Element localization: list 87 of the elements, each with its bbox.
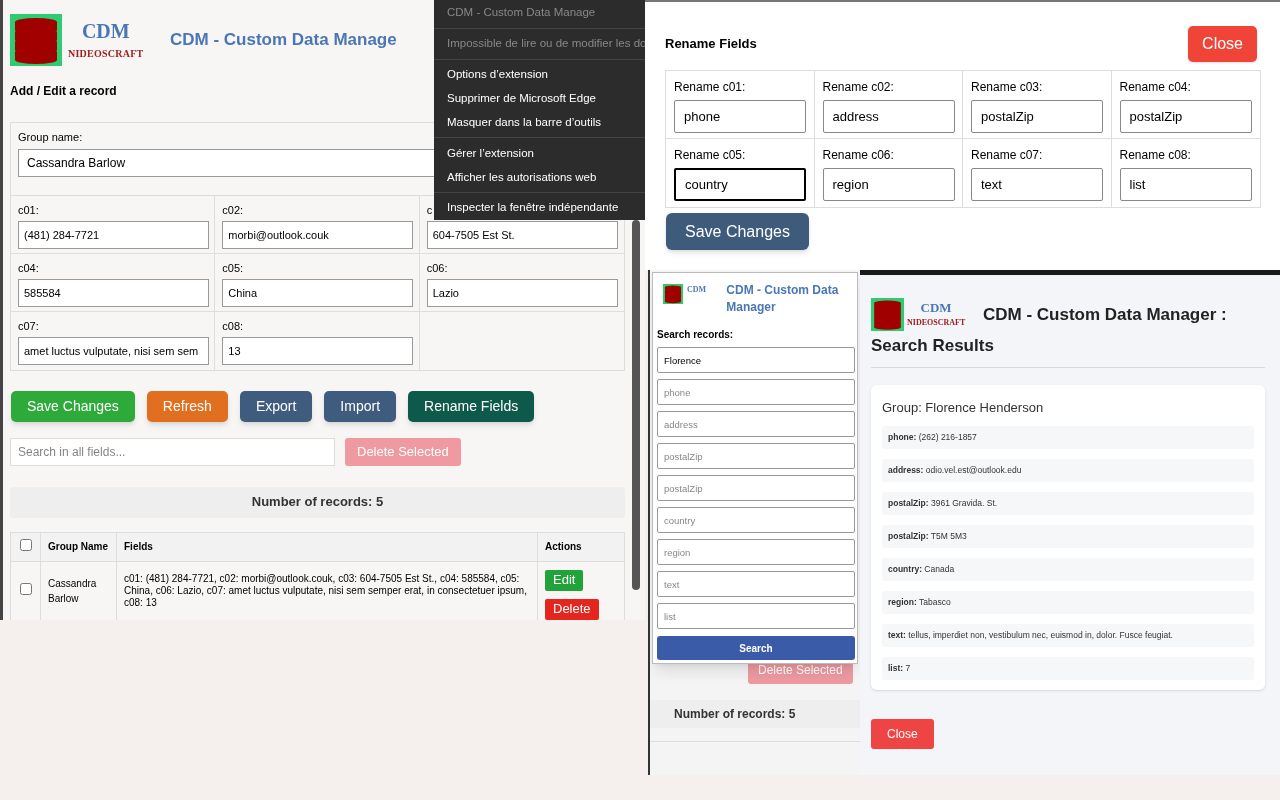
rename-field[interactable]: postalZip	[971, 100, 1103, 133]
value-field[interactable]: 604-7505 Est St.	[426, 221, 618, 249]
record-count: Number of records: 5	[674, 706, 796, 723]
menu-item[interactable]: Masquer dans la barre d’outils	[434, 110, 645, 135]
result-row: postalZip: 3961 Gravida. St.	[882, 492, 1254, 515]
save-changes-button[interactable]: Save Changes	[666, 213, 809, 250]
result-row: phone: (262) 216-1857	[882, 426, 1254, 449]
field-label: c	[426, 202, 433, 218]
page-heading: CDM - Custom Data Manager :	[983, 303, 1227, 326]
logo-text: CDM	[81, 19, 130, 42]
field-label: c04:	[18, 260, 39, 276]
search-field[interactable]: region	[657, 539, 855, 565]
result-row: country: Canada	[882, 558, 1254, 581]
value-field[interactable]: (481) 284-7721	[18, 221, 209, 249]
close-button[interactable]: Close	[1188, 26, 1257, 62]
field-label: Rename c07:	[971, 147, 1044, 164]
rename-field[interactable]: region	[822, 168, 955, 201]
logo-subtitle: NIDEOSCRAFT	[907, 316, 966, 329]
section-title: Add / Edit a record	[10, 83, 117, 100]
search-field[interactable]: address	[657, 411, 855, 437]
dialog-title: Rename Fields	[665, 35, 757, 54]
rename-field[interactable]: country	[674, 168, 806, 201]
logo-text: CDM	[687, 284, 707, 296]
search-button[interactable]: Search	[657, 636, 855, 660]
action-button[interactable]: Rename Fields	[408, 390, 535, 422]
search-field[interactable]: list	[657, 603, 855, 629]
value-field[interactable]: China	[222, 279, 414, 307]
rename-field[interactable]: list	[1119, 168, 1252, 201]
menu-item: CDM - Custom Data Manage	[446, 5, 597, 21]
search-field[interactable]: country	[657, 507, 855, 533]
search-field[interactable]: text	[657, 571, 855, 597]
rename-field[interactable]: phone	[674, 100, 806, 133]
logo-subtitle: NIDEOSCRAFT	[68, 46, 144, 61]
search-field[interactable]: Florence	[657, 347, 855, 373]
column-header: Actions	[537, 532, 625, 561]
search-field[interactable]: postalZip	[657, 443, 855, 469]
field-label: c01:	[18, 202, 39, 218]
menu-item[interactable]: Supprimer de Microsoft Edge	[434, 86, 645, 111]
field-label: c02:	[222, 202, 244, 218]
field-label: Rename c06:	[822, 147, 895, 164]
logo-text: CDM	[920, 300, 952, 315]
field-label: Rename c04:	[1119, 79, 1192, 96]
field-label: Rename c08:	[1119, 147, 1192, 164]
field-label: Rename c01:	[674, 79, 747, 96]
value-field[interactable]: 585584	[18, 279, 209, 307]
menu-item[interactable]: Inspecter la fenêtre indépendante	[434, 196, 645, 220]
close-button[interactable]: Close	[871, 719, 934, 749]
rename-field[interactable]: postalZip	[1119, 100, 1252, 133]
field-label: c08:	[222, 318, 244, 334]
row-checkbox[interactable]	[19, 582, 32, 595]
rename-field[interactable]: address	[822, 100, 955, 133]
column-header: Fields	[116, 532, 538, 561]
result-row: list: 7	[882, 657, 1254, 680]
field-label: c07:	[18, 318, 39, 334]
page-heading: Search Results	[871, 335, 995, 357]
value-field[interactable]: morbi@outlook.couk	[222, 221, 414, 249]
action-button[interactable]: Import	[324, 390, 397, 422]
search-field[interactable]: phone	[657, 379, 855, 405]
value-field[interactable]: 13	[222, 337, 414, 365]
result-row: region: Tabasco	[882, 591, 1254, 614]
group-title: Group: Florence Henderson	[882, 398, 1045, 417]
value-field[interactable]: amet luctus vulputate, nisi sem sem	[18, 337, 209, 365]
scrollbar[interactable]	[632, 220, 640, 590]
rename-field[interactable]: text	[971, 168, 1103, 201]
field-label: c05:	[222, 260, 244, 276]
field-label: Search records:	[657, 328, 735, 342]
field-label: Rename c05:	[674, 147, 747, 164]
menu-item[interactable]: Options d’extension	[434, 62, 645, 87]
field-label: Rename c02:	[822, 79, 895, 96]
result-row: text: tellus, imperdiet non, vestibulum nec, euismod in, dolor. Fusce feugiat.	[882, 624, 1254, 647]
app-title: CDM - Custom Data Manager	[726, 282, 840, 316]
record-count: Number of records: 5	[251, 493, 384, 512]
search-field[interactable]: postalZip	[657, 475, 855, 501]
database-icon	[871, 298, 904, 331]
column-header: Group Name	[40, 532, 117, 561]
result-row: address: odio.vel.est@outlook.edu	[882, 459, 1254, 482]
select-all-checkbox[interactable]	[19, 538, 32, 551]
row-action-button[interactable]: Delete	[545, 598, 599, 620]
database-icon	[663, 284, 683, 304]
result-row: postalZip: T5M 5M3	[882, 525, 1254, 548]
action-button[interactable]: Export	[239, 390, 313, 422]
field-label: Group name:	[18, 130, 84, 145]
value-field[interactable]: Lazio	[426, 279, 618, 307]
database-icon	[10, 14, 62, 66]
field-label: c06:	[426, 260, 448, 276]
app-title: CDM - Custom Data Manage	[170, 29, 397, 52]
field-label: Rename c03:	[971, 79, 1044, 96]
